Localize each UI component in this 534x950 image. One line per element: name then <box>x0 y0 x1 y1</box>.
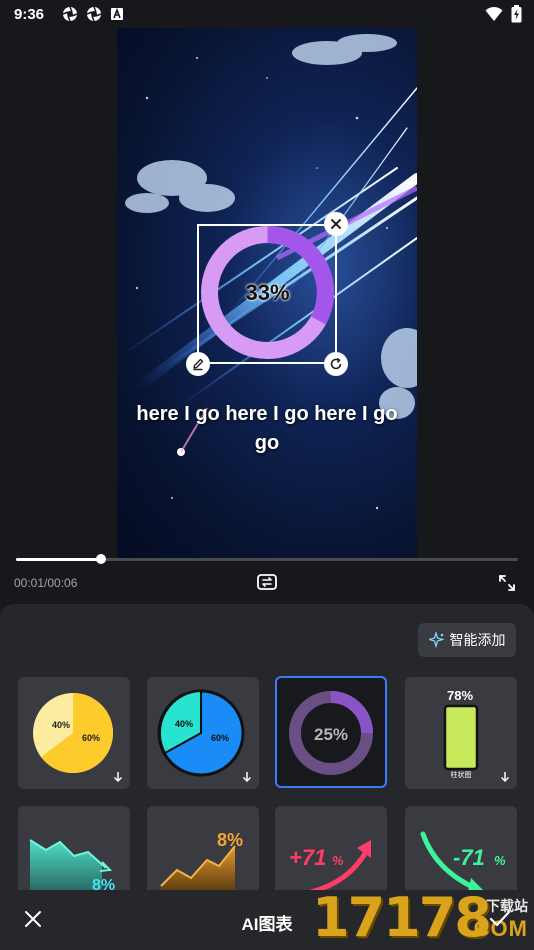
arrow-value: +71 <box>289 845 326 870</box>
download-icon <box>113 772 123 783</box>
download-icon <box>242 772 252 783</box>
arrow-value: -71 <box>453 845 485 870</box>
donut-chart-art: 25% <box>289 691 373 775</box>
area-label: 8% <box>217 830 243 850</box>
check-icon <box>489 910 511 927</box>
rotate-element-button[interactable] <box>324 352 348 376</box>
template-pie-blue[interactable]: 40% 60% <box>147 677 259 789</box>
loop-icon[interactable] <box>256 571 278 593</box>
status-bar: 9:36 <box>0 0 534 28</box>
template-bar-battery[interactable]: 78% 柱状图 <box>405 677 517 789</box>
donut-label: 25% <box>314 725 348 744</box>
confirm-button[interactable] <box>488 908 512 930</box>
status-time: 9:36 <box>14 5 45 23</box>
playback-progress-bar[interactable] <box>16 554 518 564</box>
playback-time: 00:01/00:06 <box>14 576 78 590</box>
bar-value-label: 78% <box>447 688 473 703</box>
close-icon <box>331 219 341 229</box>
aperture-icon <box>62 6 78 22</box>
app-a-icon <box>111 7 124 20</box>
video-subtitle[interactable]: here I go here I go here I go go <box>130 400 404 458</box>
pie-label-a: 40% <box>175 719 193 729</box>
template-donut-purple[interactable]: 25% <box>275 676 387 788</box>
template-pie-yellow[interactable]: 40% 60% <box>18 677 130 789</box>
arrow-unit: % <box>332 853 344 868</box>
sparkle-icon <box>428 632 445 648</box>
progress-fill <box>16 558 102 561</box>
smart-add-button[interactable]: 智能添加 <box>418 623 516 657</box>
smart-add-label: 智能添加 <box>449 632 506 648</box>
download-icon <box>500 772 510 783</box>
pie-label-b: 60% <box>82 733 100 743</box>
status-left-icons <box>62 6 124 22</box>
pie-label-a: 40% <box>52 720 70 730</box>
edit-element-button[interactable] <box>186 352 210 376</box>
wifi-icon <box>485 6 503 21</box>
battery-charging-icon <box>511 5 522 23</box>
aperture-icon <box>86 6 102 22</box>
fullscreen-icon[interactable] <box>497 573 517 593</box>
edit-icon <box>193 358 204 371</box>
progress-knob[interactable] <box>96 554 107 564</box>
remove-element-button[interactable] <box>324 212 348 236</box>
watermark-number: 17178 <box>312 886 492 949</box>
status-right-icons <box>485 5 522 23</box>
bar-caption: 柱状图 <box>451 770 472 779</box>
pie-label-b: 60% <box>211 733 229 743</box>
rotate-icon <box>330 357 342 370</box>
selection-box[interactable] <box>197 224 337 364</box>
arrow-unit: % <box>494 853 506 868</box>
